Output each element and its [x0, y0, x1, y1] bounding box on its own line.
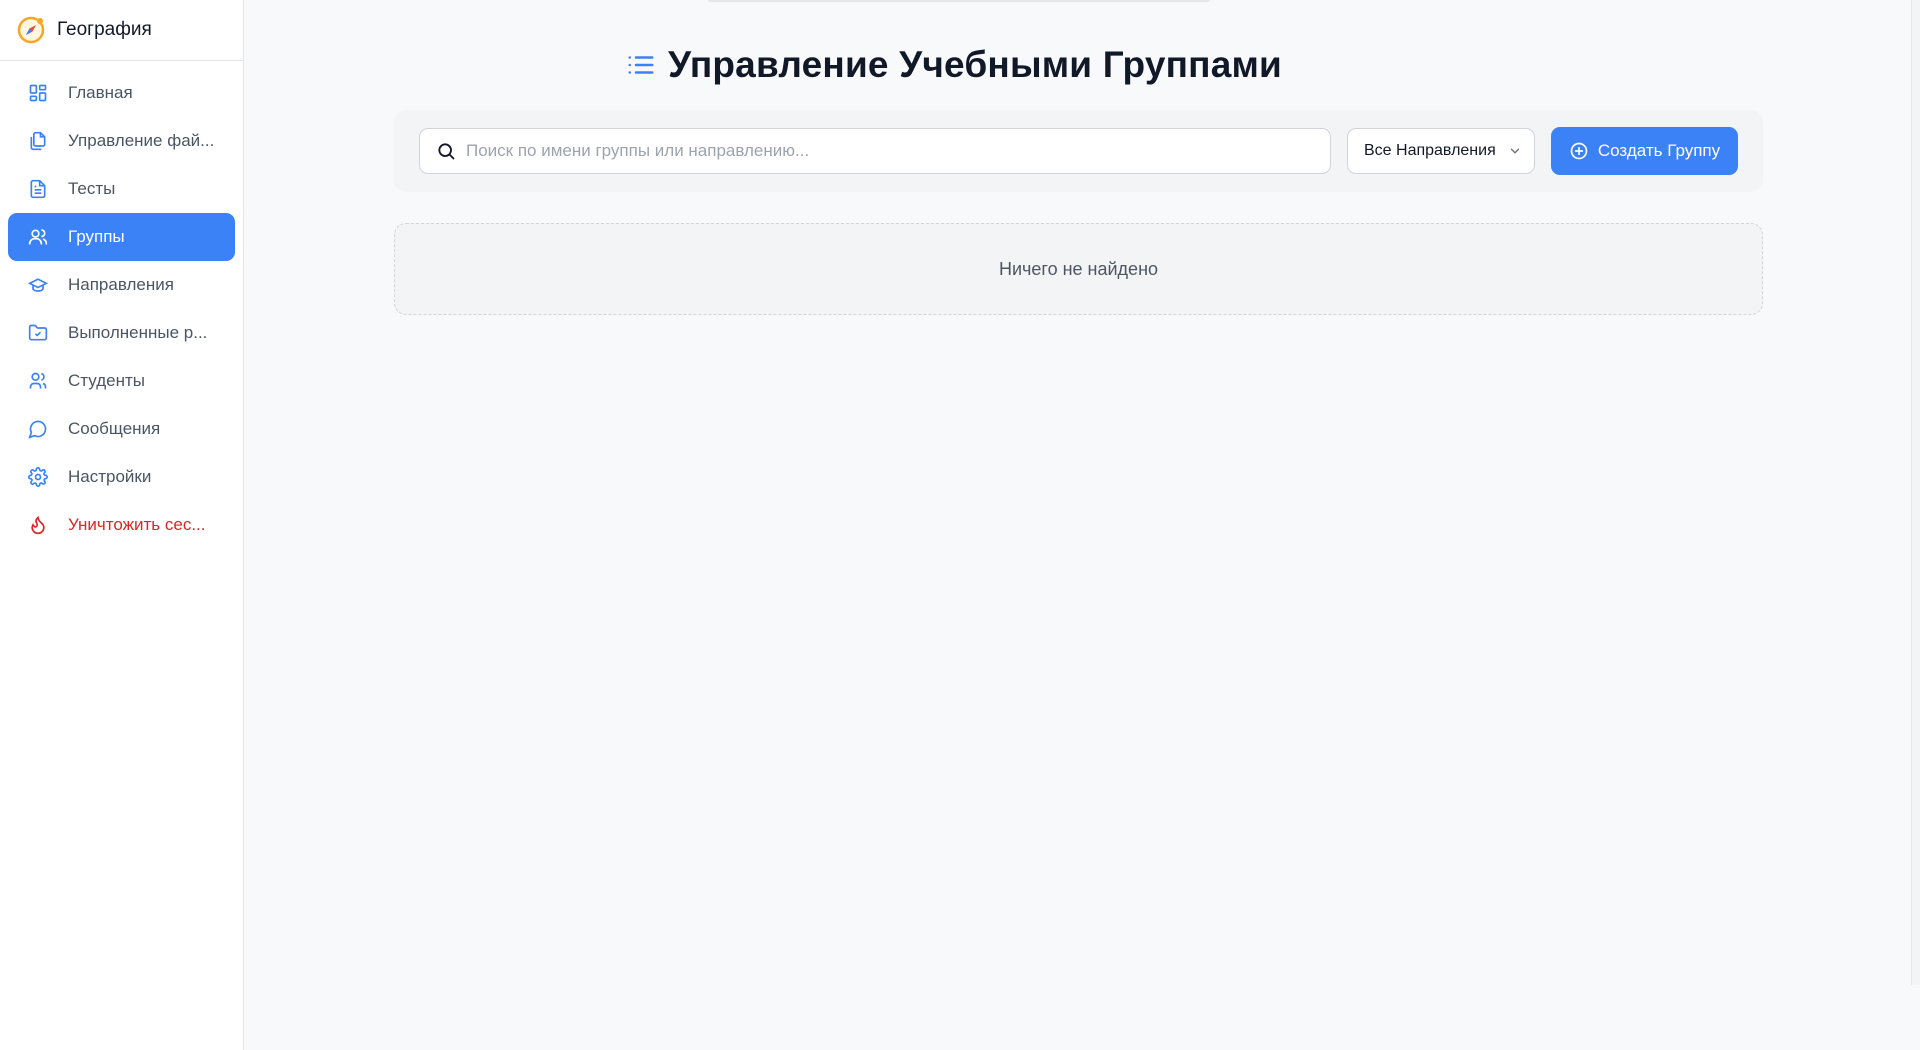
chevron-down-icon — [1508, 144, 1522, 158]
sidebar-item-home[interactable]: Главная — [8, 69, 235, 117]
sidebar-item-tests[interactable]: Тесты — [8, 165, 235, 213]
graduation-cap-icon — [28, 275, 48, 295]
sidebar-item-label: Выполненные р... — [68, 323, 208, 342]
sidebar-item-label: Управление фай... — [68, 131, 215, 150]
empty-state: Ничего не найдено — [394, 223, 1763, 315]
sidebar-item-groups[interactable]: Группы — [8, 213, 235, 261]
sidebar-item-completed[interactable]: Выполненные р... — [8, 309, 235, 357]
users-icon — [28, 227, 48, 247]
sidebar-item-label: Уничтожить сес... — [68, 515, 206, 534]
top-tab-strip — [708, 0, 1210, 2]
direction-select[interactable]: Все Направления — [1347, 128, 1535, 174]
folder-check-icon — [28, 323, 48, 343]
list-icon — [626, 50, 656, 80]
gear-icon — [28, 467, 48, 487]
sidebar-nav: Главная Управление фай... Тесты Группы Н… — [0, 61, 243, 549]
sidebar-item-files[interactable]: Управление фай... — [8, 117, 235, 165]
create-group-label: Создать Группу — [1597, 141, 1721, 160]
sidebar-item-label: Направления — [68, 275, 174, 294]
sidebar-item-label: Настройки — [68, 467, 152, 486]
search-box[interactable] — [419, 128, 1331, 174]
sidebar-item-settings[interactable]: Настройки — [8, 453, 235, 501]
direction-select-value: Все Направления — [1364, 142, 1496, 159]
sidebar-item-label: Сообщения — [68, 419, 161, 438]
sidebar: География Главная Управление фай... Тест… — [0, 0, 244, 1050]
sidebar-item-directions[interactable]: Направления — [8, 261, 235, 309]
sidebar-item-label: Студенты — [68, 371, 145, 390]
sidebar-item-label: Группы — [68, 227, 125, 246]
empty-state-text: Ничего не найдено — [998, 258, 1159, 279]
brand[interactable]: География — [0, 0, 243, 61]
main-content: Управление Учебными Группами Все Направл… — [245, 0, 1920, 1050]
search-input[interactable] — [466, 141, 1326, 161]
sidebar-item-label: Тесты — [68, 179, 116, 198]
search-icon — [436, 141, 456, 161]
sidebar-item-label: Главная — [68, 83, 133, 102]
dashboard-icon — [28, 83, 48, 103]
page-header: Управление Учебными Группами — [245, 44, 1663, 86]
flame-icon — [28, 515, 48, 535]
plus-circle-icon — [1569, 141, 1589, 161]
filter-toolbar: Все Направления Создать Группу — [394, 110, 1763, 192]
compass-icon — [16, 15, 46, 45]
create-group-button[interactable]: Создать Группу — [1551, 127, 1738, 175]
files-icon — [28, 131, 48, 151]
sidebar-item-students[interactable]: Студенты — [8, 357, 235, 405]
students-icon — [28, 371, 48, 391]
brand-title: География — [57, 19, 152, 40]
sidebar-item-destroy-session[interactable]: Уничтожить сес... — [8, 501, 235, 549]
sidebar-item-messages[interactable]: Сообщения — [8, 405, 235, 453]
page-title: Управление Учебными Группами — [668, 44, 1282, 85]
document-icon — [28, 179, 48, 199]
page-scrollbar[interactable] — [1911, 0, 1920, 985]
app-root: География Главная Управление фай... Тест… — [0, 0, 1920, 1050]
chat-icon — [28, 419, 48, 439]
